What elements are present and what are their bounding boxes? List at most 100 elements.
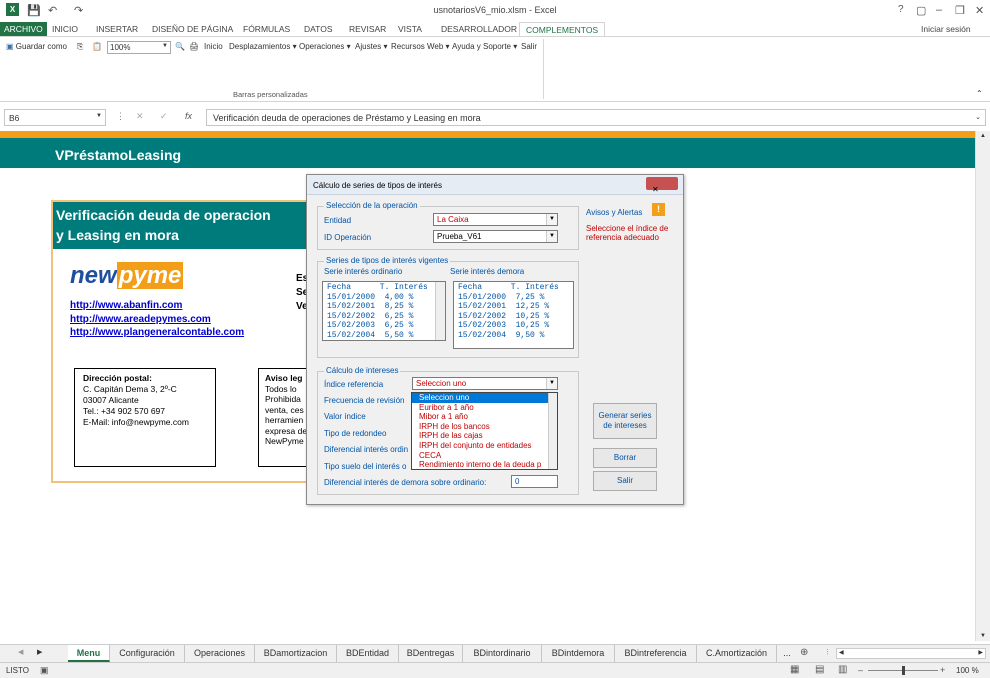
ordinario-list[interactable]: Fecha T. Interés 15/01/2000 4,00 % 15/02… (322, 281, 446, 341)
macro-record-icon[interactable]: ▣ (40, 665, 49, 676)
tab-formulas[interactable]: FÓRMULAS (243, 22, 290, 36)
tab-revisar[interactable]: REVISAR (349, 22, 386, 36)
signin-link[interactable]: Iniciar sesión (921, 22, 971, 36)
paste-icon[interactable]: 📋 (92, 42, 102, 51)
dropdown-scrollbar[interactable] (548, 393, 557, 469)
restore-icon[interactable]: ❐ (955, 4, 965, 17)
zoom-level[interactable]: 100 % (956, 666, 979, 675)
collapse-ribbon-icon[interactable]: ⌃ (976, 89, 983, 98)
list-item[interactable]: 15/01/2000 7,25 % (458, 293, 569, 303)
prev-sheet-icon[interactable]: ◀ (18, 648, 23, 656)
add-sheet-icon[interactable]: ⊕ (800, 647, 808, 658)
dropdown-option[interactable]: IRPH de los bancos (412, 422, 557, 432)
salir-button[interactable]: Salir (521, 42, 537, 51)
sheet-tab-bdintreferencia[interactable]: BDintreferencia (615, 645, 697, 662)
horizontal-scrollbar[interactable]: ◀ ▶ (836, 648, 986, 659)
list-item[interactable]: 15/02/2004 5,50 % (327, 331, 441, 340)
operaciones-menu[interactable]: Operaciones ▾ (299, 42, 351, 51)
sheet-tab-bdamortizacion[interactable]: BDamortizacion (255, 645, 337, 662)
entidad-select[interactable]: La Caixa ▼ (433, 213, 558, 226)
indice-dropdown-list[interactable]: Seleccion uno Euribor a 1 año Mibor a 1 … (411, 392, 558, 470)
indice-select[interactable]: Seleccion uno ▼ (412, 377, 558, 390)
list-item[interactable]: 15/02/2002 6,25 % (327, 312, 441, 322)
enter-icon[interactable]: ✓ (160, 111, 168, 122)
tab-diseno[interactable]: DISEÑO DE PÁGINA (152, 22, 233, 36)
desplazamientos-menu[interactable]: Desplazamientos ▾ (229, 42, 297, 51)
generar-series-button[interactable]: Generar series de intereses (593, 403, 657, 439)
ayuda-menu[interactable]: Ayuda y Soporte ▾ (452, 42, 517, 51)
scroll-up-icon[interactable]: ▲ (980, 133, 986, 139)
list-item[interactable]: 15/02/2001 12,25 % (458, 302, 569, 312)
scroll-down-icon[interactable]: ▼ (980, 633, 986, 639)
borrar-button[interactable]: Borrar (593, 448, 657, 468)
save-as-icon: ▣ (6, 42, 14, 51)
recursos-menu[interactable]: Recursos Web ▾ (391, 42, 450, 51)
ordinario-label: Serie interés ordinario (324, 267, 403, 276)
normal-view-icon[interactable]: ▦ (790, 664, 799, 675)
sheet-tab-menu[interactable]: Menu (68, 645, 110, 662)
scroll-left-icon[interactable]: ◀ (839, 649, 844, 656)
zoom-out-icon[interactable]: – (858, 665, 863, 675)
salir-dialog-button[interactable]: Salir (593, 471, 657, 491)
tab-vista[interactable]: VISTA (398, 22, 422, 36)
print-preview-icon[interactable]: 🔍 (175, 42, 185, 51)
tab-insertar[interactable]: INSERTAR (96, 22, 138, 36)
close-icon[interactable]: ✕ (975, 4, 984, 17)
link-plangeneral[interactable]: http://www.plangeneralcontable.com (70, 327, 244, 338)
help-button[interactable]: ? (898, 4, 904, 15)
dropdown-option[interactable]: Rendimiento interno de la deuda p (412, 460, 557, 469)
ribbon-options-icon[interactable]: ▢ (916, 4, 926, 17)
inicio-button[interactable]: Inicio (204, 42, 223, 51)
cancel-icon[interactable]: ✕ (136, 111, 144, 122)
dropdown-option[interactable]: IRPH del conjunto de entidades (412, 441, 557, 451)
demora-list[interactable]: Fecha T. Interés 15/01/2000 7,25 % 15/02… (453, 281, 574, 349)
demora-diferencial-input[interactable]: 0 (511, 475, 558, 488)
dropdown-option[interactable]: Mibor a 1 año (412, 412, 557, 422)
dropdown-option[interactable]: Euribor a 1 año (412, 403, 557, 413)
idop-select[interactable]: Prueba_V61 ▼ (433, 230, 558, 243)
scroll-right-icon[interactable]: ▶ (978, 649, 983, 656)
copy-icon[interactable]: ⎘ (77, 42, 83, 52)
dialog-titlebar[interactable]: Cálculo de series de tipos de interés ✕ (307, 175, 683, 195)
tab-archivo[interactable]: ARCHIVO (0, 22, 47, 36)
zoom-in-icon[interactable]: + (940, 665, 945, 675)
link-areadepymes[interactable]: http://www.areadepymes.com (70, 314, 211, 325)
page-break-icon[interactable]: ▥ (838, 664, 847, 675)
more-sheets-button[interactable]: ... (777, 645, 797, 662)
link-abanfin[interactable]: http://www.abanfin.com (70, 300, 182, 311)
tab-inicio[interactable]: INICIO (52, 22, 78, 36)
sheet-tab-bdintordinario[interactable]: BDintordinario (463, 645, 542, 662)
list-scrollbar[interactable] (435, 282, 445, 340)
dropdown-option[interactable]: IRPH de las cajas (412, 431, 557, 441)
sheet-tab-operaciones[interactable]: Operaciones (185, 645, 255, 662)
list-item[interactable]: 15/02/2004 9,50 % (458, 331, 569, 341)
dropdown-option[interactable]: CECA (412, 451, 557, 461)
minimize-icon[interactable]: – (936, 4, 942, 16)
list-item[interactable]: 15/02/2003 10,25 % (458, 321, 569, 331)
tab-desarrollador[interactable]: DESARROLLADOR (441, 22, 517, 36)
function-icon[interactable]: fx (185, 111, 192, 121)
close-button[interactable]: ✕ (646, 177, 678, 194)
sheet-tab-camortizacion[interactable]: C.Amortización (697, 645, 777, 662)
list-item[interactable]: 15/02/2002 10,25 % (458, 312, 569, 322)
zoom-select[interactable]: 100% ▼ (107, 41, 171, 54)
next-sheet-icon[interactable]: ▶ (37, 648, 42, 656)
vertical-scrollbar[interactable]: ▲ ▼ (975, 131, 990, 641)
dropdown-option[interactable]: Seleccion uno (412, 393, 557, 403)
list-item[interactable]: 15/02/2001 8,25 % (327, 302, 441, 312)
sheet-tab-bdentregas[interactable]: BDentregas (399, 645, 463, 662)
zoom-slider-thumb[interactable] (902, 666, 905, 675)
sheet-tab-bdentidad[interactable]: BDEntidad (337, 645, 399, 662)
formula-input[interactable]: Verificación deuda de operaciones de Pré… (206, 109, 986, 126)
save-as-button[interactable]: ▣ Guardar como (6, 42, 67, 51)
sheet-tab-configuracion[interactable]: Configuración (110, 645, 185, 662)
name-box[interactable]: B6 ▼ (4, 109, 106, 126)
tab-datos[interactable]: DATOS (304, 22, 333, 36)
list-item[interactable]: 15/02/2003 6,25 % (327, 321, 441, 331)
sheet-tab-bdintdemora[interactable]: BDintdemora (542, 645, 615, 662)
page-layout-icon[interactable]: ▤ (815, 664, 824, 675)
tab-complementos[interactable]: COMPLEMENTOS (519, 22, 606, 36)
print-icon[interactable]: 🖨 (189, 42, 199, 51)
list-item[interactable]: 15/01/2000 4,00 % (327, 293, 441, 303)
ajustes-menu[interactable]: Ajustes ▾ (355, 42, 387, 51)
